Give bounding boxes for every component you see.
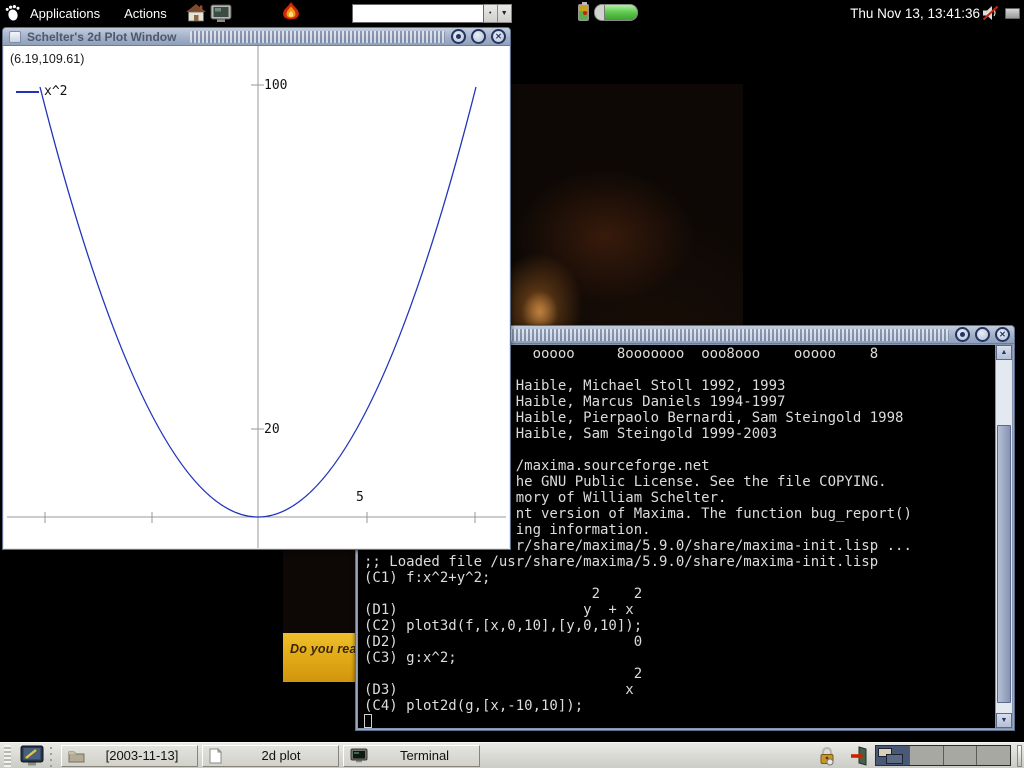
taskbar-button-label: [2003-11-13]: [93, 748, 191, 763]
titlebar-stripes: [190, 31, 445, 43]
panel-clock[interactable]: Thu Nov 13, 13:41:36: [850, 0, 980, 26]
keyboard-indicator-icon[interactable]: [1005, 8, 1020, 19]
workspace-switcher: [875, 745, 1011, 766]
plot-window: Schelter's 2d Plot Window ✕: [2, 27, 511, 550]
minimize-icon: [960, 332, 965, 337]
battery-applet: [578, 4, 638, 21]
workspace-3[interactable]: [944, 746, 978, 765]
taskbar-button-label: 2d plot: [230, 748, 332, 763]
terminal-scrollbar[interactable]: ▲ ▼: [995, 345, 1012, 728]
maximize-button[interactable]: [975, 327, 990, 342]
plot-canvas[interactable]: (6.19,109.61) x^2 100 20 5: [4, 46, 509, 548]
close-button[interactable]: ✕: [995, 327, 1010, 342]
minimize-icon: [456, 34, 461, 39]
plot-axes-and-curve: [4, 46, 509, 548]
menu-applications[interactable]: Applications: [22, 6, 108, 21]
taskbar-button-terminal[interactable]: Terminal: [343, 745, 480, 767]
volume-muted-icon[interactable]: [982, 5, 1000, 21]
panel-edge-handle[interactable]: [1017, 745, 1022, 767]
document-icon: [209, 748, 222, 764]
flame-launcher-icon[interactable]: [280, 2, 302, 24]
gnome-foot-icon[interactable]: [4, 4, 22, 22]
scroll-down-button[interactable]: ▼: [996, 713, 1012, 728]
minimize-button[interactable]: [955, 327, 970, 342]
maximize-button[interactable]: [471, 29, 486, 44]
menu-actions[interactable]: Actions: [116, 6, 175, 21]
y-tick-label-20: 20: [264, 422, 280, 437]
legend-line-sample: [16, 91, 39, 93]
folder-icon: [68, 749, 85, 763]
plot-window-title: Schelter's 2d Plot Window: [27, 30, 184, 44]
plot-titlebar[interactable]: Schelter's 2d Plot Window ✕: [3, 28, 510, 46]
command-history-button[interactable]: •: [484, 4, 498, 23]
lock-screen-icon[interactable]: [817, 746, 837, 766]
scrollbar-thumb[interactable]: [997, 425, 1011, 703]
command-line-entry[interactable]: [352, 4, 484, 23]
terminal-icon: [350, 748, 368, 763]
minimize-button[interactable]: [451, 29, 466, 44]
taskbar: [2003-11-13] 2d plot Terminal: [0, 742, 1024, 768]
window-icon: [9, 31, 21, 43]
workspace-1[interactable]: [876, 746, 910, 765]
taskbar-button-file-manager[interactable]: [2003-11-13]: [61, 745, 198, 767]
y-tick-label-100: 100: [264, 78, 287, 93]
applet-handle[interactable]: [4, 745, 11, 767]
taskbar-button-label: Terminal: [376, 748, 473, 763]
taskbar-button-2d-plot[interactable]: 2d plot: [202, 745, 339, 767]
top-panel: Applications Actions: [0, 0, 1024, 26]
battery-charge-icon: [594, 4, 638, 21]
battery-small-icon: [578, 4, 589, 21]
cursor-coordinates-readout: (6.19,109.61): [10, 52, 84, 66]
legend-label: x^2: [44, 84, 67, 99]
desktop: 1:00 AM Do you really need more proof th…: [0, 0, 1024, 768]
logout-icon[interactable]: [849, 746, 869, 766]
terminal-cursor: [364, 714, 372, 728]
command-dropdown-button[interactable]: ▼: [498, 4, 512, 23]
x-tick-label-5: 5: [356, 490, 364, 505]
window-list-handle[interactable]: [48, 745, 56, 767]
workspace-2[interactable]: [910, 746, 944, 765]
close-button[interactable]: ✕: [491, 29, 506, 44]
scroll-up-button[interactable]: ▲: [996, 345, 1012, 360]
home-launcher-icon[interactable]: [185, 3, 207, 23]
screenshot-launcher-icon[interactable]: [210, 4, 232, 23]
screenshot-tool-icon[interactable]: [19, 745, 45, 767]
workspace-4[interactable]: [977, 746, 1010, 765]
